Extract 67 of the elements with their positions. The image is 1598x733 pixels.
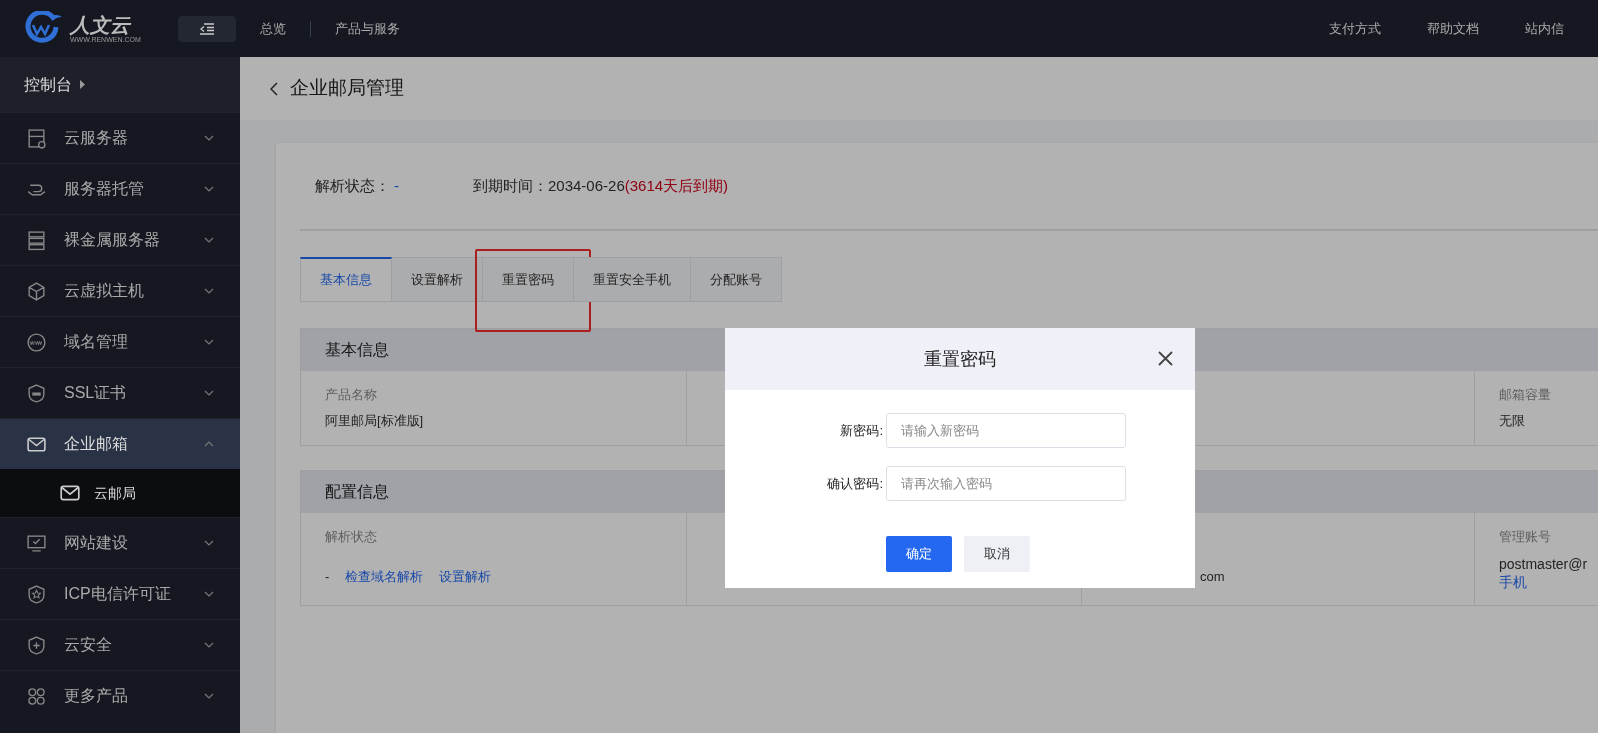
- field-label: 管理账号: [1499, 528, 1552, 546]
- console-title[interactable]: 控制台: [24, 72, 72, 97]
- chevron-down-icon: [204, 390, 214, 396]
- field-label: 确认密码:: [826, 474, 884, 493]
- status-label: 到期时间：: [473, 175, 548, 196]
- password-field[interactable]: 请输入新密码: [886, 413, 1126, 448]
- field-label: 邮箱容量: [1499, 386, 1552, 404]
- status-label: 解析状态：: [315, 175, 390, 196]
- chevron-down-icon: [204, 642, 214, 648]
- shield-icon: [26, 583, 47, 605]
- chevron-up-icon: [204, 441, 214, 447]
- field-value: postmaster@r: [1499, 555, 1588, 573]
- chevron-down-icon: [204, 186, 214, 192]
- page-title: 企业邮局管理: [290, 76, 404, 101]
- action-link[interactable]: 设置解析: [439, 567, 492, 587]
- server-rack-icon: [26, 229, 47, 251]
- tab[interactable]: 设置解析: [392, 257, 483, 302]
- field-value: 无限: [1499, 412, 1525, 430]
- field-label: 产品名称: [325, 386, 378, 404]
- expiry-note: (3614天后到期): [624, 175, 729, 196]
- field-label: 新密码:: [839, 421, 884, 440]
- field-value: -: [325, 568, 330, 586]
- grid-icon: [26, 685, 47, 707]
- sidebar-subitem[interactable]: 云邮局: [0, 469, 240, 517]
- chevron-down-icon: [204, 693, 214, 699]
- close-icon: [1157, 350, 1173, 366]
- chevron-down-icon: [204, 339, 214, 345]
- shield-icon: [26, 382, 47, 404]
- field-value: com: [1200, 568, 1225, 586]
- nav-link[interactable]: 产品与服务: [311, 18, 424, 39]
- menu-collapse-icon: [200, 22, 214, 35]
- globe-icon: [26, 331, 47, 353]
- chevron-down-icon: [204, 237, 214, 243]
- shield-plus-icon: [26, 634, 47, 656]
- confirm-button[interactable]: 确定: [886, 536, 952, 572]
- header-link[interactable]: 帮助文档: [1427, 18, 1479, 39]
- tab[interactable]: 基本信息: [300, 257, 392, 302]
- chevron-down-icon: [204, 288, 214, 294]
- back-icon[interactable]: [270, 81, 278, 96]
- server-icon: [26, 127, 47, 149]
- action-link[interactable]: 检查域名解析: [345, 567, 424, 587]
- field-value: 阿里邮局[标准版]: [325, 412, 424, 430]
- monitor-icon: [26, 532, 47, 554]
- cube-icon: [26, 280, 47, 302]
- status-link[interactable]: -: [394, 174, 399, 198]
- caret-right-icon: [80, 80, 85, 89]
- cancel-button[interactable]: 取消: [964, 536, 1030, 572]
- header-link[interactable]: 站内信: [1525, 18, 1564, 39]
- field-label: 解析状态: [325, 528, 378, 546]
- sidebar-item[interactable]: 企业邮箱: [0, 418, 240, 469]
- chevron-down-icon: [204, 135, 214, 141]
- tab[interactable]: 重置密码: [483, 257, 574, 302]
- password-field[interactable]: 请再次输入密码: [886, 466, 1126, 501]
- menu-toggle-button[interactable]: [178, 15, 236, 42]
- tab[interactable]: 分配账号: [691, 257, 782, 302]
- close-button[interactable]: [1155, 348, 1175, 368]
- nav-link[interactable]: 总览: [236, 18, 310, 39]
- action-link[interactable]: 手机: [1499, 573, 1527, 591]
- tab[interactable]: 重置安全手机: [574, 257, 691, 302]
- chevron-down-icon: [204, 540, 214, 546]
- dialog-title: 重置密码: [924, 347, 996, 371]
- expiry-date: 2034-06-26: [548, 175, 625, 196]
- section-title: 配置信息: [325, 482, 389, 502]
- logo-text: 人文云: [70, 13, 132, 36]
- header-link[interactable]: 支付方式: [1329, 18, 1381, 39]
- section-title: 基本信息: [325, 340, 389, 360]
- chevron-down-icon: [204, 591, 214, 597]
